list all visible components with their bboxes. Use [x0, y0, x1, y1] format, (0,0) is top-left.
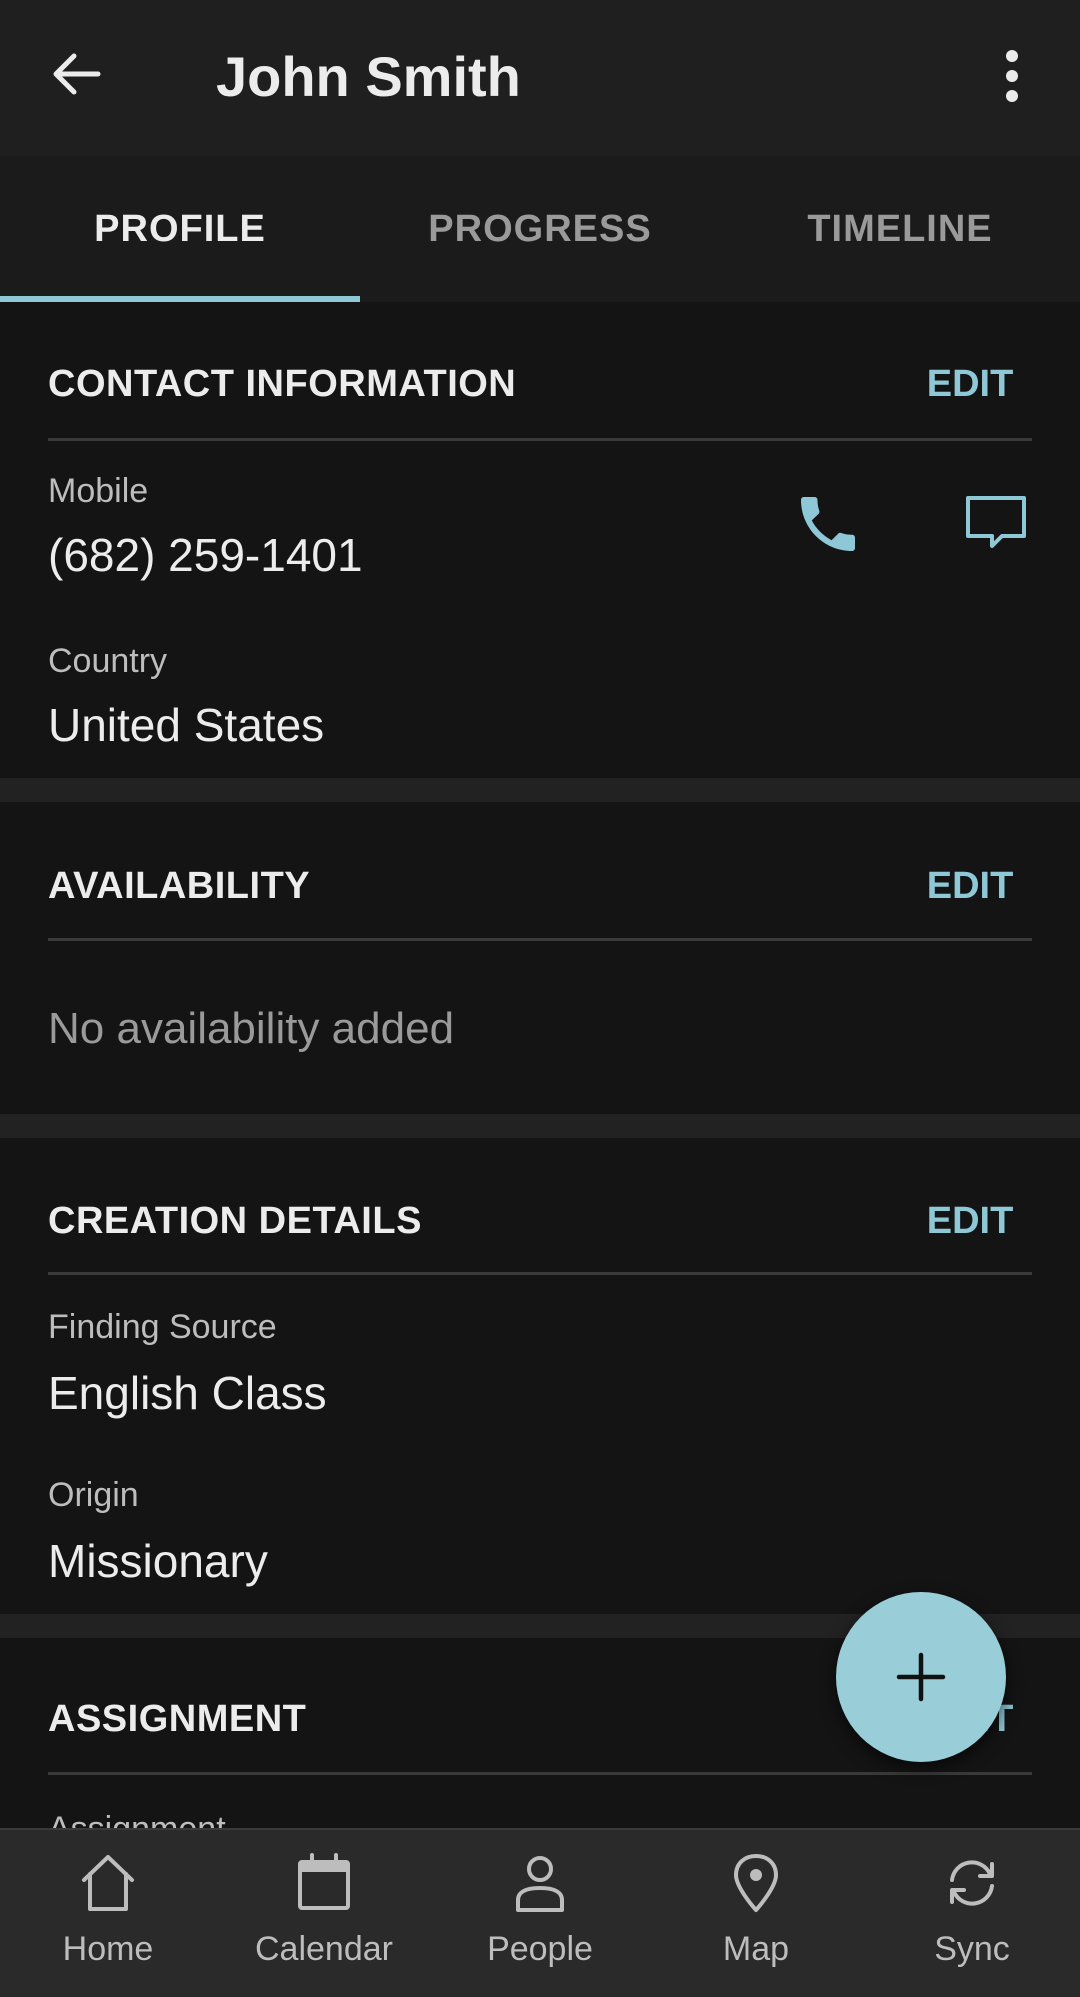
message-icon — [966, 496, 1026, 548]
nav-label: Map — [722, 1930, 790, 1968]
plus-icon — [896, 1652, 946, 1702]
more-options-button[interactable] — [990, 48, 1034, 104]
nav-label: Sync — [934, 1930, 1010, 1968]
creation-details-section: CREATION DETAILS EDIT Finding Source Eng… — [0, 1138, 1080, 1614]
more-vert-icon — [1006, 50, 1018, 102]
section-heading: CONTACT INFORMATION — [48, 363, 517, 405]
tab-timeline[interactable]: TIMELINE — [720, 156, 1080, 302]
nav-map[interactable]: Map — [648, 1830, 864, 1997]
person-icon — [516, 1856, 564, 1912]
nav-people[interactable]: People — [432, 1830, 648, 1997]
nav-label: Home — [62, 1930, 154, 1968]
map-pin-icon — [734, 1854, 778, 1912]
edit-availability-button[interactable]: EDIT — [910, 865, 1030, 908]
message-button[interactable] — [960, 488, 1032, 560]
origin-value: Missionary — [48, 1535, 268, 1587]
divider — [48, 1272, 1032, 1275]
nav-label: Calendar — [255, 1930, 393, 1968]
nav-calendar[interactable]: Calendar — [216, 1830, 432, 1997]
availability-section: AVAILABILITY EDIT No availability added — [0, 802, 1080, 1114]
finding-source-label: Finding Source — [48, 1308, 277, 1346]
bottom-navigation: Home Calendar People Map Sync — [0, 1828, 1080, 1997]
mobile-value: (682) 259-1401 — [48, 529, 363, 581]
tab-bar: PROFILE PROGRESS TIMELINE — [0, 156, 1080, 302]
page-title: John Smith — [216, 45, 521, 108]
tab-profile[interactable]: PROFILE — [0, 156, 360, 302]
back-button[interactable] — [46, 44, 106, 104]
finding-source-value: English Class — [48, 1367, 327, 1419]
app-bar: John Smith — [0, 0, 1080, 156]
calendar-icon — [298, 1853, 350, 1910]
country-label: Country — [48, 642, 168, 680]
edit-creation-button[interactable]: EDIT — [910, 1200, 1030, 1243]
divider — [48, 1772, 1032, 1775]
section-gap — [0, 1114, 1080, 1138]
arrow-left-icon — [53, 53, 101, 95]
divider — [48, 438, 1032, 441]
sync-icon — [950, 1860, 994, 1906]
call-button[interactable] — [792, 488, 864, 560]
add-button[interactable] — [836, 1592, 1006, 1762]
divider — [48, 938, 1032, 941]
nav-home[interactable]: Home — [0, 1830, 216, 1997]
country-value: United States — [48, 699, 325, 751]
nav-sync[interactable]: Sync — [864, 1830, 1080, 1997]
section-heading: ASSIGNMENT — [48, 1698, 307, 1740]
mobile-label: Mobile — [48, 472, 149, 510]
nav-label: People — [487, 1930, 593, 1968]
tab-progress[interactable]: PROGRESS — [360, 156, 720, 302]
assignment-label: Assignment — [48, 1810, 226, 1828]
availability-empty-text: No availability added — [48, 1004, 455, 1053]
phone-icon — [801, 497, 855, 551]
section-gap — [0, 778, 1080, 802]
edit-contact-button[interactable]: EDIT — [910, 363, 1030, 406]
home-icon — [82, 1855, 134, 1911]
contact-information-section: CONTACT INFORMATION EDIT Mobile (682) 25… — [0, 302, 1080, 778]
section-heading: AVAILABILITY — [48, 865, 311, 907]
origin-label: Origin — [48, 1476, 139, 1514]
section-heading: CREATION DETAILS — [48, 1200, 422, 1242]
